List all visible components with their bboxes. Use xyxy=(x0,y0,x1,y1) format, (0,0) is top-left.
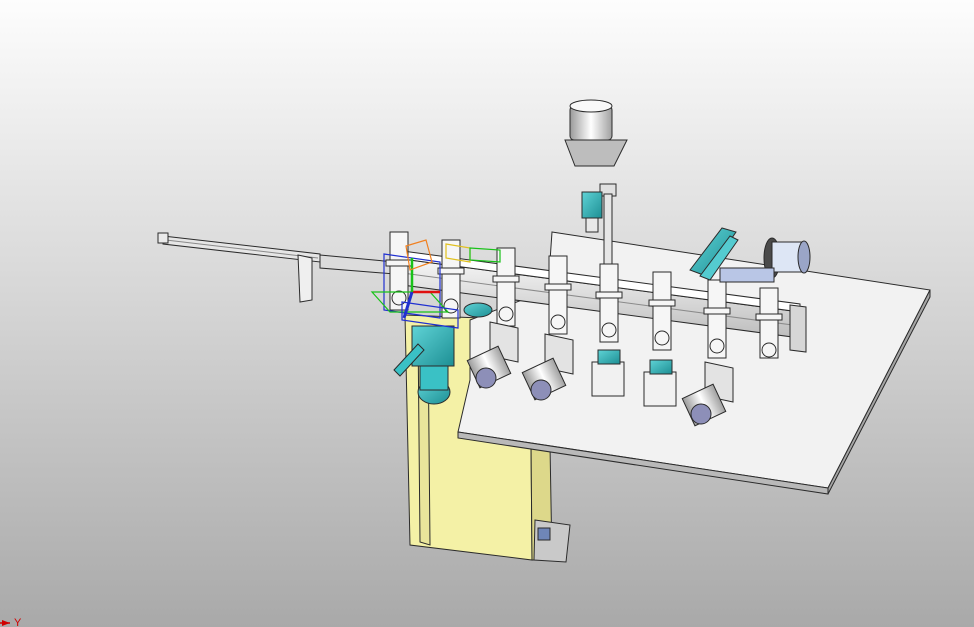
extension-rod xyxy=(157,232,396,303)
axis-label-y: Y xyxy=(14,617,22,627)
assembly-model[interactable] xyxy=(0,0,974,627)
axis-triad: Y xyxy=(0,617,22,627)
cad-3d-viewport[interactable]: Y xyxy=(0,0,974,627)
